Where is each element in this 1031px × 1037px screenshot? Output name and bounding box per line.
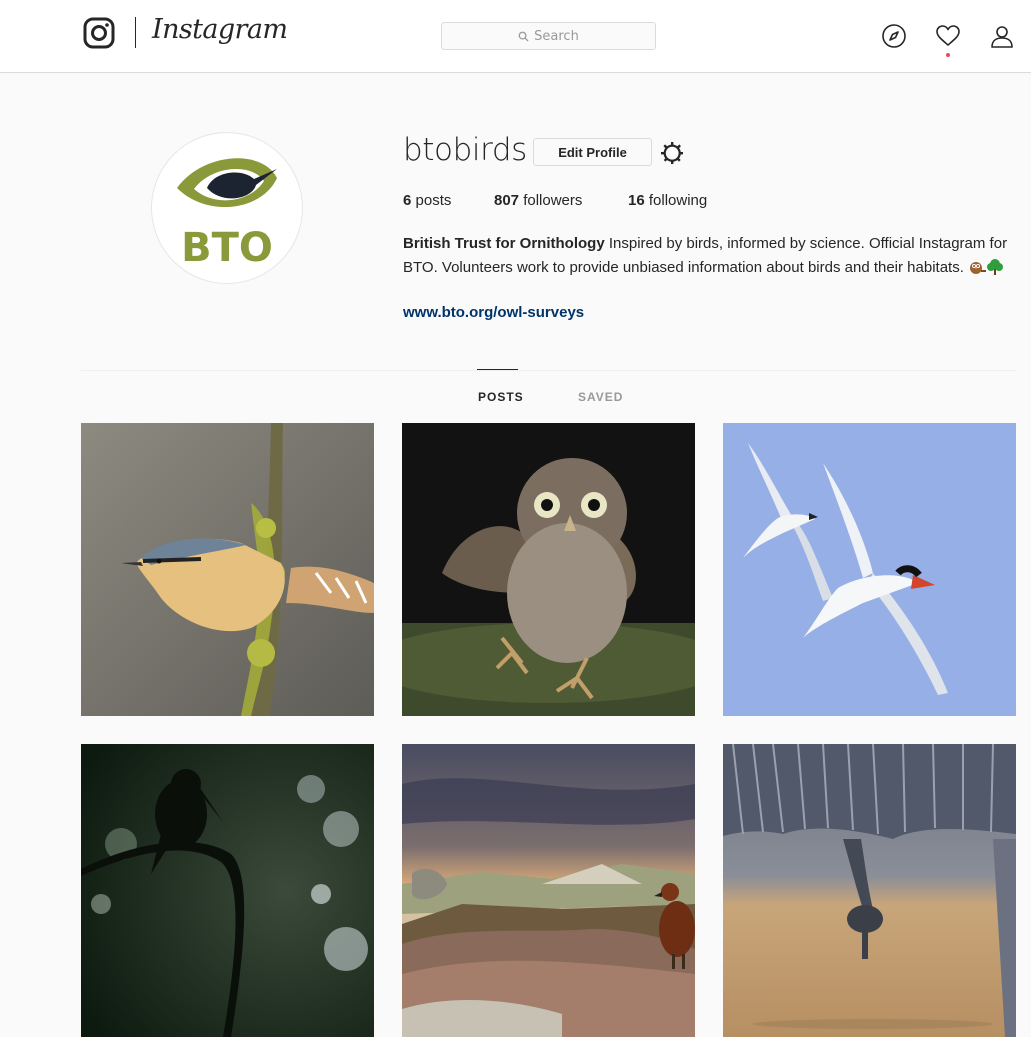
settings-gear-icon[interactable] [660,141,684,165]
top-nav: Instagram Search [0,0,1031,73]
posts-stat: 6 posts [403,192,451,209]
following-count: 16 [628,192,645,209]
followers-stat[interactable]: 807 followers [494,192,582,209]
heart-activity-icon[interactable] [935,23,961,49]
profile-avatar[interactable]: BTO [151,132,303,284]
profile-user-icon[interactable] [989,23,1015,49]
edit-profile-button[interactable]: Edit Profile [533,138,652,166]
owl-emoji-icon [968,259,987,276]
instagram-wordmark[interactable]: Instagram [152,14,288,45]
post-thumbnail-2[interactable] [402,423,695,716]
followers-label: followers [523,192,583,209]
search-placeholder: Search [534,28,579,44]
nuthatch-image [81,423,374,716]
terns-image [723,423,1016,716]
search-input[interactable]: Search [441,22,656,50]
notification-dot [946,53,950,57]
kingfisher-image [81,744,374,1037]
post-thumbnail-3[interactable] [723,423,1016,716]
posts-label: posts [415,192,452,209]
post-thumbnail-6[interactable] [723,744,1016,1037]
profile-bio: British Trust for Ornithology Inspired b… [403,232,1018,280]
tab-saved[interactable]: SAVED [578,390,623,404]
tree-emoji-icon [986,259,1004,276]
profile-full-name: British Trust for Ornithology [403,235,605,252]
instagram-logo-icon[interactable] [83,17,115,49]
owl-image [402,423,695,716]
following-stat[interactable]: 16 following [628,192,707,209]
search-icon [518,31,529,42]
post-thumbnail-5[interactable] [402,744,695,1037]
followers-count: 807 [494,192,520,209]
nav-divider [135,17,136,48]
profile-username: btobirds [403,132,527,168]
tab-posts[interactable]: POSTS [478,390,524,404]
moorland-grouse-image [402,744,695,1037]
active-tab-indicator [477,369,518,370]
bio-website-link[interactable]: www.bto.org/owl-surveys [403,304,584,321]
post-thumbnail-4[interactable] [81,744,374,1037]
post-thumbnail-1[interactable] [81,423,374,716]
heron-image [723,744,1016,1037]
compass-explore-icon[interactable] [881,23,907,49]
following-label: following [648,192,708,209]
tabs-divider [81,370,1016,371]
avatar-logo-text: BTO [181,225,273,271]
posts-count: 6 [403,192,412,209]
